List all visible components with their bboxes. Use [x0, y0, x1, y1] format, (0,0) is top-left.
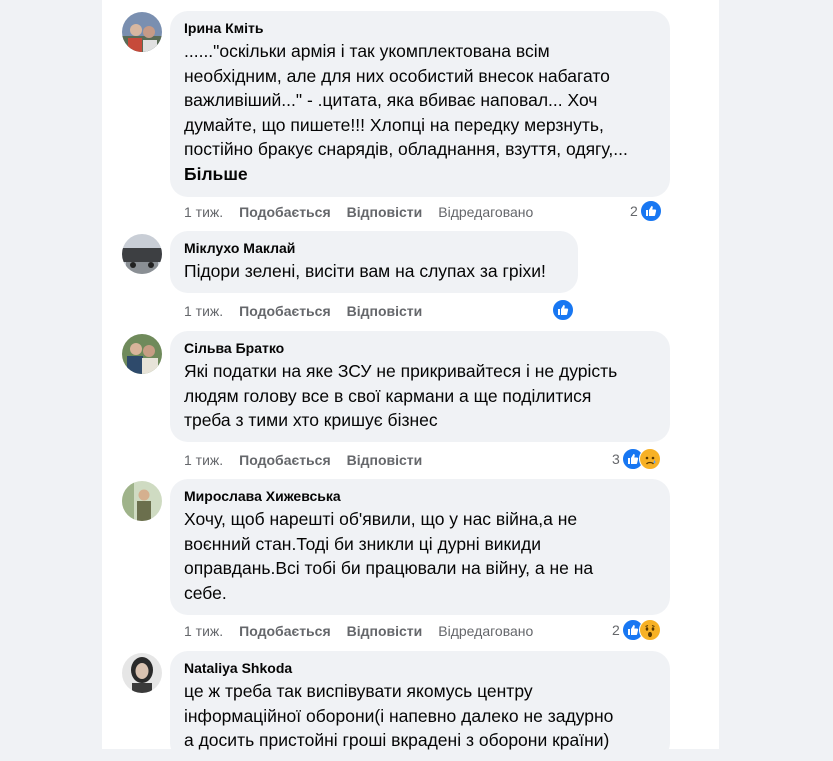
comment-line: треба з тими хто кришує бізнес	[184, 410, 438, 430]
comment-line: себе.	[184, 582, 227, 603]
comment-author[interactable]: Ірина Кміть	[184, 19, 654, 37]
comment-text: Підори зелені, висіти вам на слупах за г…	[184, 259, 562, 284]
avatar[interactable]	[122, 12, 162, 52]
wow-icon	[638, 619, 661, 641]
avatar[interactable]	[122, 653, 162, 693]
comment-line: воєнний стан.Тоді би зникли ці дурні вик…	[184, 533, 541, 554]
avatar[interactable]	[122, 481, 162, 521]
like-icon	[639, 200, 662, 222]
comment-author[interactable]: Сільва Братко	[184, 339, 654, 357]
edited-label[interactable]: Відредаговано	[438, 204, 533, 220]
comment-line: Які податки на яке ЗСУ не прикривайтеся …	[184, 361, 618, 381]
like-icon	[552, 299, 574, 321]
reaction-summary[interactable]: 2	[612, 619, 661, 641]
comment-bubble: Nataliya Shkoda це ж треба так виспівува…	[170, 651, 670, 761]
comment-actions: 1 тиж. Подобається Відповісти Відредаговано	[184, 203, 549, 221]
comment-bubble: Сільва Братко Які податки на яке ЗСУ не …	[170, 331, 670, 442]
comment-actions: 1 тиж. Подобається Відповісти	[184, 451, 438, 469]
comment-text: ......"оскільки армія і так укомплектова…	[184, 39, 654, 186]
comment-line: ......"оскільки армія і так укомплектова…	[184, 41, 550, 61]
comment-line: важливіший..." - .цитата, яка вбиває нап…	[184, 90, 598, 110]
edited-label[interactable]: Відредаговано	[438, 623, 533, 639]
comment-bubble: Міклухо Маклай Підори зелені, висіти вам…	[170, 231, 578, 293]
comment-timestamp[interactable]: 1 тиж.	[184, 303, 223, 319]
see-more-link[interactable]: Більше	[184, 162, 654, 187]
comment-actions: 1 тиж. Подобається Відповісти	[184, 302, 438, 320]
like-button[interactable]: Подобається	[239, 623, 330, 639]
reaction-count: 2	[612, 622, 620, 638]
comment-line: Хочу, щоб нарешті об'явили, що у нас вій…	[184, 509, 578, 529]
comment-text: Хочу, щоб нарешті об'явили, що у нас вій…	[184, 507, 654, 605]
comment-line: Підори зелені, висіти вам на слупах за г…	[184, 261, 546, 281]
comment-line: оправдань.Всі тобі би працювали на війну…	[184, 558, 594, 578]
sad-icon	[638, 448, 661, 470]
comment-line: це ж треба так виспівувати якомусь центр…	[184, 681, 533, 701]
comment-bubble: Мирослава Хижевська Хочу, щоб нарешті об…	[170, 479, 670, 615]
comments-panel: Ірина Кміть ......"оскільки армія і так …	[102, 0, 719, 761]
like-button[interactable]: Подобається	[239, 452, 330, 468]
comment-author[interactable]: Nataliya Shkoda	[184, 659, 654, 677]
avatar[interactable]	[122, 234, 162, 274]
reply-button[interactable]: Відповісти	[347, 303, 423, 319]
comment-line: інформаційної оборони(і напевно далеко н…	[184, 705, 614, 726]
reaction-summary[interactable]: 3	[612, 448, 661, 470]
comment-author[interactable]: Мирослава Хижевська	[184, 487, 654, 505]
comment-line: постійно бракує снарядів, обладнання, вз…	[184, 139, 628, 159]
reply-button[interactable]: Відповісти	[347, 452, 423, 468]
comment-timestamp[interactable]: 1 тиж.	[184, 204, 223, 220]
avatar[interactable]	[122, 334, 162, 374]
reply-button[interactable]: Відповісти	[347, 623, 423, 639]
comment-text: це ж треба так виспівувати якомусь центр…	[184, 679, 654, 753]
comment-actions: 1 тиж. Подобається Відповісти Відредаговано	[184, 622, 549, 640]
like-button[interactable]: Подобається	[239, 303, 330, 319]
reaction-count: 2	[630, 203, 638, 219]
comment-line: необхідним, але для них особистий внесок…	[184, 65, 610, 86]
reaction-count: 3	[612, 451, 620, 467]
like-button[interactable]: Подобається	[239, 204, 330, 220]
comment-line: людям голову все в свої кармани а ще под…	[184, 385, 592, 406]
reply-button[interactable]: Відповісти	[347, 204, 423, 220]
comment-timestamp[interactable]: 1 тиж.	[184, 623, 223, 639]
comment-line: думайте, що пишете!!! Хлопці на передку …	[184, 114, 604, 135]
reaction-summary[interactable]	[552, 299, 574, 321]
comment-text: Які податки на яке ЗСУ не прикривайтеся …	[184, 359, 654, 433]
comment-timestamp[interactable]: 1 тиж.	[184, 452, 223, 468]
comment-author[interactable]: Міклухо Маклай	[184, 239, 562, 257]
reaction-summary[interactable]: 2	[630, 200, 662, 222]
comment-bubble: Ірина Кміть ......"оскільки армія і так …	[170, 11, 670, 197]
